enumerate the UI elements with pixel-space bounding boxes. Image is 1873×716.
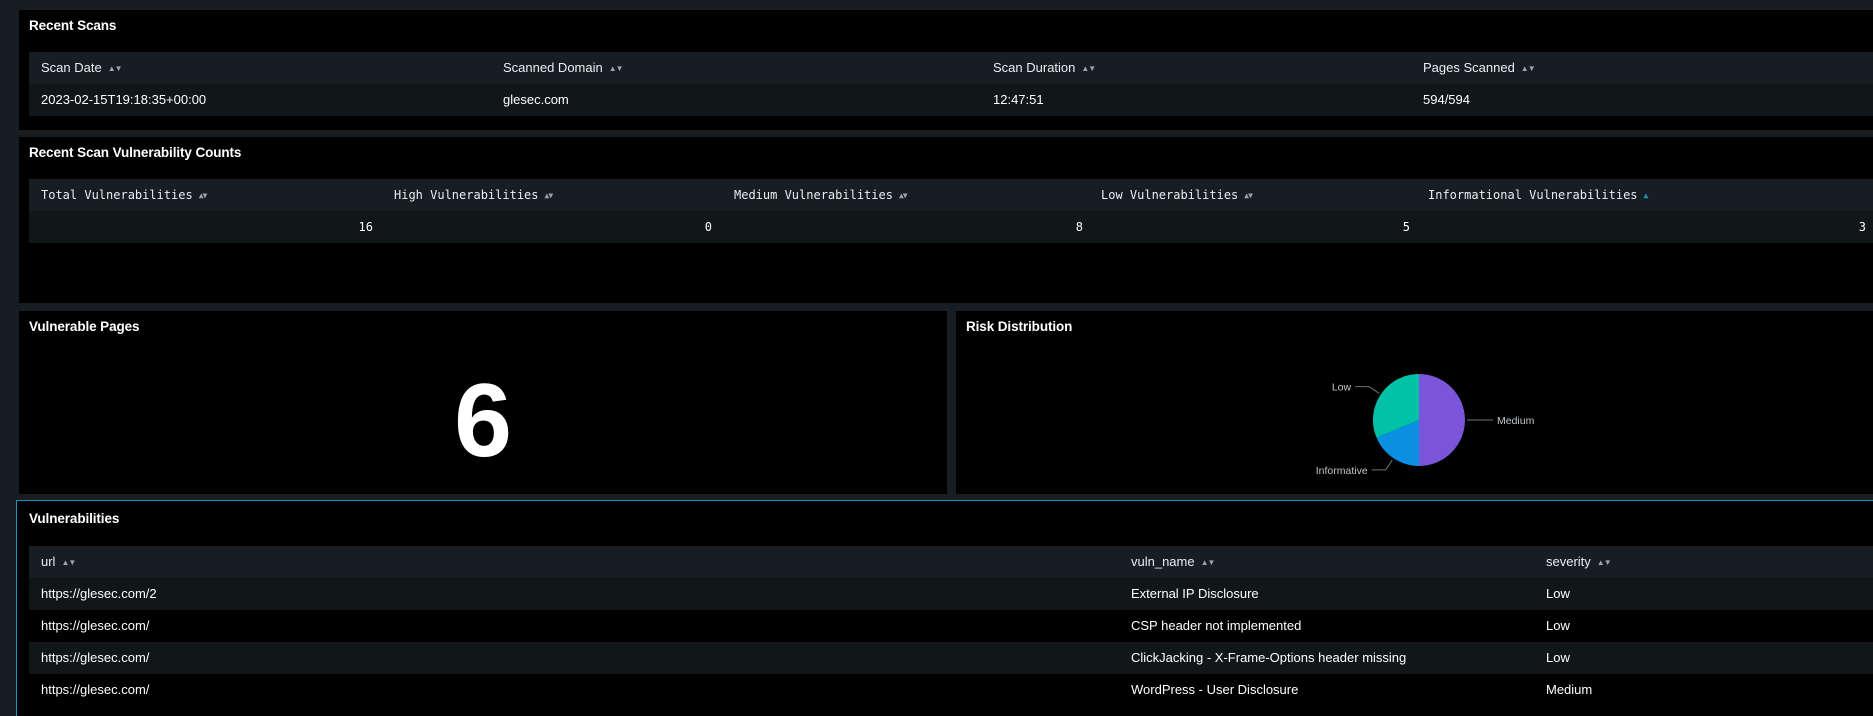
pie-label-informative: Informative bbox=[1316, 465, 1368, 477]
column-header-severity[interactable]: severity ▲▼ bbox=[1546, 546, 1612, 579]
column-header-vuln-name[interactable]: vuln_name ▲▼ bbox=[1131, 546, 1216, 579]
column-header-medium-vulnerabilities[interactable]: Medium Vulnerabilities ▲▼ bbox=[734, 179, 908, 212]
column-label: severity bbox=[1546, 554, 1591, 569]
sort-arrows-icon[interactable]: ▲▼ bbox=[899, 180, 908, 212]
cell-url: https://glesec.com/ bbox=[41, 650, 150, 665]
panel-title: Recent Scan Vulnerability Counts bbox=[29, 145, 242, 160]
recent-scans-table: Scan Date ▲▼ Scanned Domain ▲▼ Scan Durati… bbox=[29, 52, 1873, 116]
sort-arrows-icon[interactable]: ▲▼ bbox=[61, 547, 76, 579]
pie-leader-line bbox=[1355, 386, 1380, 394]
table-row[interactable]: https://glesec.com/ WordPress - User Dis… bbox=[29, 674, 1873, 706]
cell-severity: Low bbox=[1546, 650, 1570, 665]
vuln-counts-table: Total Vulnerabilities ▲▼ High Vulnerabili… bbox=[29, 179, 1873, 243]
column-label: Total Vulnerabilities bbox=[41, 188, 193, 202]
cell-severity: Low bbox=[1546, 586, 1570, 601]
panel-title: Recent Scans bbox=[29, 18, 117, 33]
sort-arrows-icon[interactable]: ▲▼ bbox=[1597, 547, 1612, 579]
table-header: url ▲▼ vuln_name ▲▼ severity ▲▼ bbox=[29, 546, 1873, 578]
pie-label-low: Low bbox=[1332, 382, 1352, 394]
table-row: 16 0 8 5 3 bbox=[29, 211, 1873, 243]
risk-distribution-pie-chart: Medium Informative Low bbox=[1316, 374, 1535, 477]
table-row[interactable]: https://glesec.com/2 External IP Disclos… bbox=[29, 578, 1873, 610]
cell-url: https://glesec.com/2 bbox=[41, 586, 157, 601]
column-header-low-vulnerabilities[interactable]: Low Vulnerabilities ▲▼ bbox=[1101, 179, 1253, 212]
cell-url: https://glesec.com/ bbox=[41, 618, 150, 633]
cell-pages-scanned: 594/594 bbox=[1423, 92, 1470, 107]
column-label: Scan Duration bbox=[993, 60, 1076, 75]
vulnerabilities-panel: Vulnerabilities url ▲▼ vuln_name ▲▼ severi… bbox=[16, 500, 1873, 716]
cell-vuln-name: WordPress - User Disclosure bbox=[1131, 682, 1299, 697]
sort-arrows-icon[interactable]: ▲▼ bbox=[545, 180, 554, 212]
pie-label-medium: Medium bbox=[1497, 415, 1535, 427]
column-label: Scan Date bbox=[41, 60, 102, 75]
sort-arrows-icon[interactable]: ▲▼ bbox=[609, 53, 624, 85]
cell-severity: Medium bbox=[1546, 682, 1593, 697]
cell-informational-vulnerabilities: 3 bbox=[1858, 220, 1866, 234]
recent-scans-panel: Recent Scans Scan Date ▲▼ Scanned Domain ▲… bbox=[19, 10, 1873, 130]
cell-total-vulnerabilities: 16 bbox=[358, 220, 373, 234]
vulnerabilities-table: url ▲▼ vuln_name ▲▼ severity ▲▼ https://gle… bbox=[29, 546, 1873, 706]
panel-title: Vulnerabilities bbox=[29, 511, 120, 526]
cell-medium-vulnerabilities: 8 bbox=[1075, 220, 1083, 234]
column-label: Pages Scanned bbox=[1423, 60, 1515, 75]
column-header-url[interactable]: url ▲▼ bbox=[41, 546, 76, 579]
column-label: url bbox=[41, 554, 56, 569]
vulnerable-pages-panel: Vulnerable Pages 6 bbox=[19, 311, 947, 494]
pie-leader-line bbox=[1371, 459, 1393, 471]
column-label: Informational Vulnerabilities bbox=[1428, 188, 1638, 202]
panel-title: Vulnerable Pages bbox=[29, 319, 140, 334]
cell-severity: Low bbox=[1546, 618, 1570, 633]
sort-arrows-icon[interactable]: ▲▼ bbox=[199, 180, 208, 212]
pie-slice-medium[interactable] bbox=[1419, 374, 1465, 466]
column-header-high-vulnerabilities[interactable]: High Vulnerabilities ▲▼ bbox=[394, 179, 554, 212]
column-label: vuln_name bbox=[1131, 554, 1195, 569]
cell-scanned-domain: glesec.com bbox=[503, 92, 569, 107]
column-label: Medium Vulnerabilities bbox=[734, 188, 893, 202]
sort-arrows-icon[interactable]: ▲▼ bbox=[1521, 53, 1536, 85]
table-header: Scan Date ▲▼ Scanned Domain ▲▼ Scan Durati… bbox=[29, 52, 1873, 84]
sort-arrows-icon[interactable]: ▲▼ bbox=[1244, 180, 1253, 212]
cell-url: https://glesec.com/ bbox=[41, 682, 150, 697]
column-label: High Vulnerabilities bbox=[394, 188, 539, 202]
column-label: Low Vulnerabilities bbox=[1101, 188, 1239, 202]
cell-high-vulnerabilities: 0 bbox=[704, 220, 712, 234]
column-header-total-vulnerabilities[interactable]: Total Vulnerabilities ▲▼ bbox=[41, 179, 208, 212]
cell-scan-date: 2023-02-15T19:18:35+00:00 bbox=[41, 92, 207, 107]
vuln-counts-panel: Recent Scan Vulnerability Counts Total V… bbox=[19, 137, 1873, 303]
cell-scan-duration: 12:47:51 bbox=[993, 92, 1044, 107]
cell-vuln-name: External IP Disclosure bbox=[1131, 586, 1259, 601]
sort-arrows-icon[interactable]: ▲▼ bbox=[108, 53, 123, 85]
risk-distribution-panel: Risk Distribution Medium Informative Low bbox=[956, 311, 1873, 494]
column-label: Scanned Domain bbox=[503, 60, 603, 75]
column-header-scan-duration[interactable]: Scan Duration ▲▼ bbox=[993, 52, 1096, 85]
table-header: Total Vulnerabilities ▲▼ High Vulnerabili… bbox=[29, 179, 1873, 211]
cell-vuln-name: CSP header not implemented bbox=[1131, 618, 1302, 633]
sort-arrows-icon[interactable]: ▲▼ bbox=[1201, 547, 1216, 579]
column-header-informational-vulnerabilities[interactable]: Informational Vulnerabilities ▲ bbox=[1428, 179, 1649, 212]
table-row[interactable]: https://glesec.com/ CSP header not imple… bbox=[29, 610, 1873, 642]
column-header-pages-scanned[interactable]: Pages Scanned ▲▼ bbox=[1423, 52, 1536, 85]
cell-vuln-name: ClickJacking - X-Frame-Options header mi… bbox=[1131, 650, 1407, 665]
column-header-scanned-domain[interactable]: Scanned Domain ▲▼ bbox=[503, 52, 624, 85]
sort-arrows-icon[interactable]: ▲▼ bbox=[1081, 53, 1096, 85]
table-row: 2023-02-15T19:18:35+00:00 glesec.com 12:… bbox=[29, 84, 1873, 116]
column-header-scan-date[interactable]: Scan Date ▲▼ bbox=[41, 52, 123, 85]
cell-low-vulnerabilities: 5 bbox=[1402, 220, 1410, 234]
sort-ascending-icon[interactable]: ▲ bbox=[1644, 180, 1649, 212]
vulnerable-pages-value: 6 bbox=[454, 363, 512, 479]
table-row[interactable]: https://glesec.com/ ClickJacking - X-Fra… bbox=[29, 642, 1873, 674]
